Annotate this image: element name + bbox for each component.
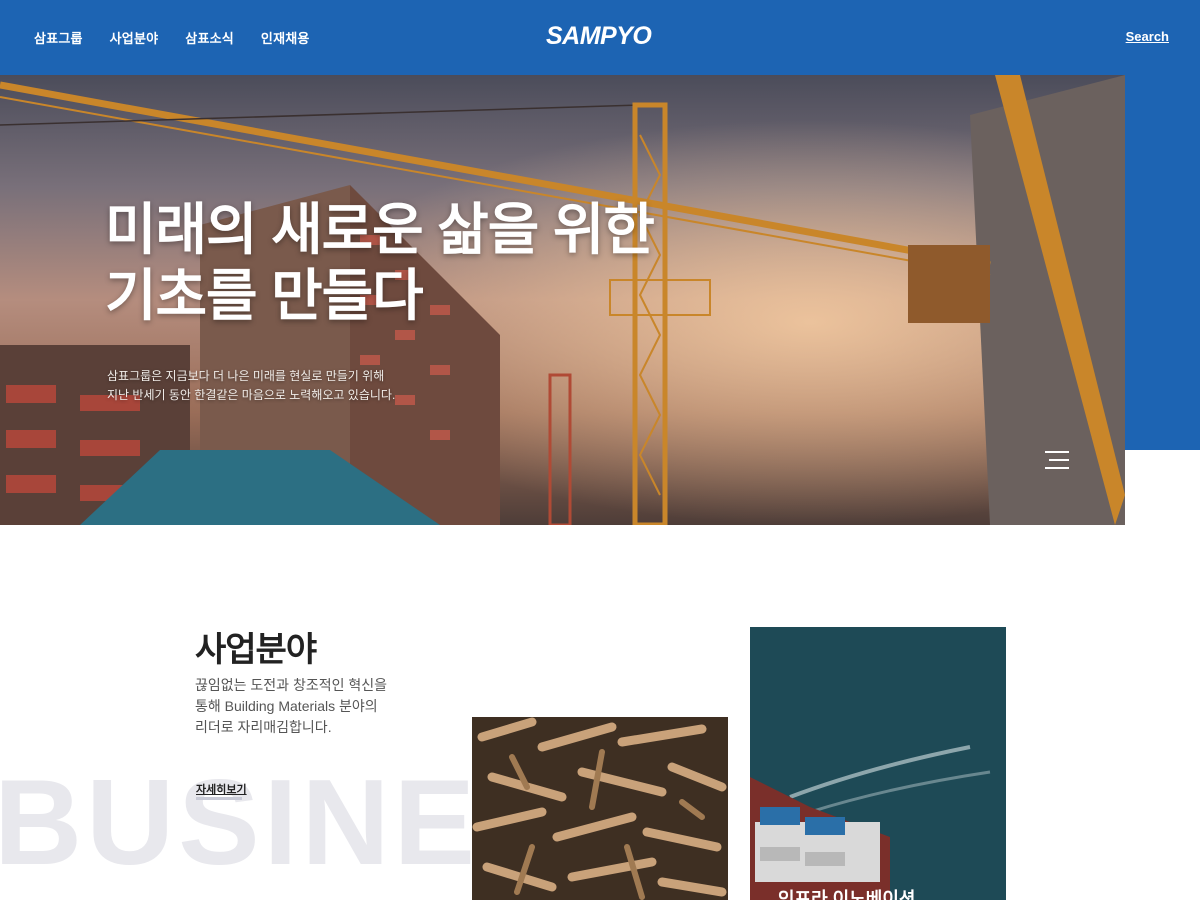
nav-item-news[interactable]: 삼표소식: [185, 28, 234, 47]
hero-desc-line1: 삼표그룹은 지금보다 더 나은 미래를 현실로 만들기 위해: [107, 369, 385, 383]
nav-item-careers[interactable]: 인재채용: [261, 28, 310, 47]
nav-item-group[interactable]: 삼표그룹: [34, 28, 83, 47]
site-logo[interactable]: SAMPYO: [546, 22, 652, 51]
more-link-underline: [196, 797, 242, 800]
business-desc-line2: 통해 Building Materials 분야의: [195, 698, 378, 714]
site-header: 삼표그룹 사업분야 삼표소식 인재채용 SAMPYO Search: [0, 0, 1200, 75]
menu-icon[interactable]: [1045, 451, 1069, 473]
hero-banner: 미래의 새로운 삶을 위한 기초를 만들다 삼표그룹은 지금보다 더 나은 미래…: [0, 75, 1125, 525]
business-title: 사업분야: [195, 631, 317, 669]
hero-title-line1: 미래의 새로운 삶을 위한: [105, 198, 655, 261]
nav-item-business[interactable]: 사업분야: [110, 28, 159, 47]
hero-title-line2: 기초를 만들다: [105, 264, 424, 327]
side-band: [1125, 75, 1200, 450]
business-desc-line3: 리더로 자리매김합니다.: [195, 719, 332, 735]
search-link[interactable]: Search: [1126, 29, 1169, 44]
business-more-link[interactable]: 자세히보기: [196, 781, 247, 797]
hero-title: 미래의 새로운 삶을 위한 기초를 만들다: [105, 197, 655, 329]
business-desc-line1: 끊임없는 도전과 창조적인 혁신을: [195, 677, 387, 693]
cargo-ship-image[interactable]: 인프라 이노베이션: [750, 627, 1006, 900]
business-description: 끊임없는 도전과 창조적인 혁신을 통해 Building Materials …: [195, 675, 387, 738]
sea-caption: 인프라 이노베이션: [778, 889, 916, 900]
wood-chips-image[interactable]: [472, 717, 728, 900]
hero-description: 삼표그룹은 지금보다 더 나은 미래를 현실로 만들기 위해 지난 반세기 동안…: [107, 367, 395, 405]
hero-desc-line2: 지난 반세기 동안 한결같은 마음으로 노력해오고 있습니다.: [107, 388, 396, 402]
main-nav: 삼표그룹 사업분야 삼표소식 인재채용: [34, 28, 310, 47]
